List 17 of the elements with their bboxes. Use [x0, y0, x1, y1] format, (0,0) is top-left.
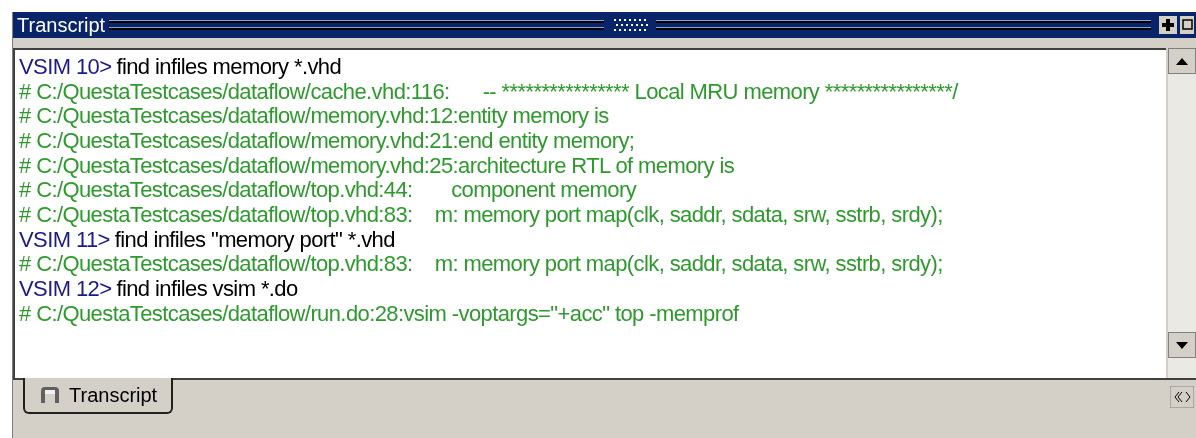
output-text: # C:/QuestaTestcases/dataflow/memory.vhd:25:architecture RTL of memory is: [19, 152, 735, 180]
scroll-tabs-icon[interactable]: [1170, 386, 1194, 408]
command-text: find infiles memory *.vhd: [116, 52, 342, 81]
tab[interactable]: Transcript: [23, 378, 174, 414]
scroll-up-button[interactable]: [1168, 48, 1196, 74]
plus-icon[interactable]: [1159, 16, 1177, 34]
window-title: Transcript: [17, 15, 106, 35]
output-text: # C:/QuestaTestcases/dataflow/cache.vhd:116: -- **************** Local MRU memory ****************/: [19, 78, 958, 106]
output-text: # C:/QuestaTestcases/dataflow/top.vhd:83: m: memory port map(clk, saddr, sdata, srw, sstrb, srdy);: [19, 251, 943, 279]
up-triangle-icon: [1176, 57, 1188, 65]
scroll-down-button[interactable]: [1168, 332, 1196, 358]
prompt-label: VSIM 11>: [19, 226, 110, 254]
grip-dots-icon: [612, 18, 649, 32]
vertical-scrollbar[interactable]: [1168, 48, 1196, 378]
prompt-label: VSIM 10>: [19, 52, 112, 81]
command-text: find infiles "memory port" *.vhd: [114, 226, 395, 254]
down-triangle-icon: [1176, 341, 1188, 349]
